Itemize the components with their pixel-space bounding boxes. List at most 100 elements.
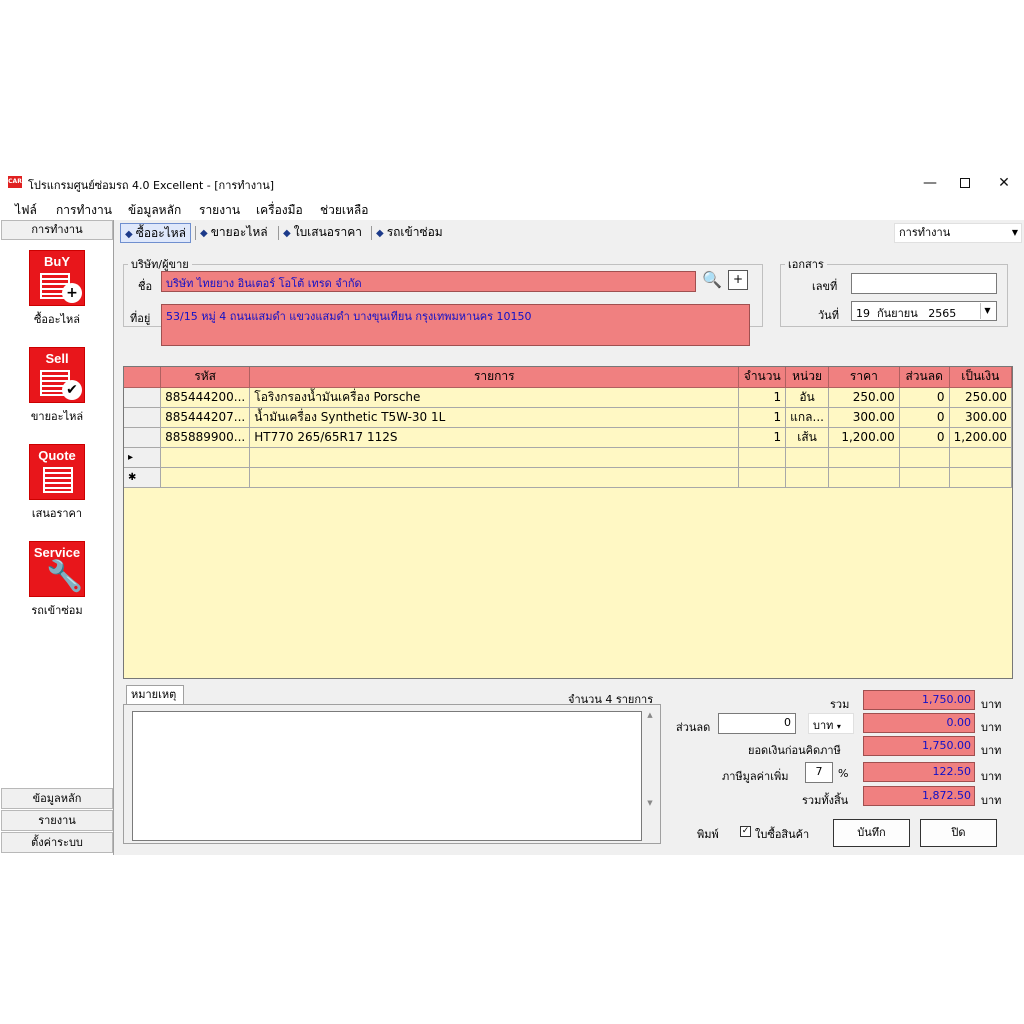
mode-select[interactable]: การทำงาน ▼ <box>894 223 1022 243</box>
cell-empty[interactable] <box>160 467 251 488</box>
discount-input[interactable]: 0 <box>718 713 796 734</box>
row-selector[interactable] <box>124 427 162 448</box>
grand-total-label: รวมทั้งสิ้น <box>802 794 849 807</box>
sidebar-item-quote[interactable]: Quote เสนอราคา <box>14 444 100 522</box>
table-row[interactable]: 885444207... น้ำมันเครื่อง Synthetic T5W… <box>124 407 1012 428</box>
cell-discount[interactable]: 0 <box>899 387 950 408</box>
tab-quotation[interactable]: ◆ ใบเสนอราคา <box>279 223 366 243</box>
notes-scrollbar[interactable]: ▲ ▼ <box>644 711 656 841</box>
diamond-icon: ◆ <box>200 228 208 239</box>
cell-empty[interactable] <box>249 467 740 488</box>
save-button[interactable]: บันทึก <box>833 819 910 847</box>
menu-tools[interactable]: เครื่องมือ <box>256 201 303 220</box>
cell-amount[interactable]: 250.00 <box>949 387 1012 408</box>
cell-code[interactable]: 885444200... <box>160 387 251 408</box>
cell-amount[interactable]: 1,200.00 <box>949 427 1012 448</box>
minimize-button[interactable]: — <box>910 168 950 198</box>
chevron-down-icon[interactable]: ▼ <box>980 303 994 319</box>
close-button[interactable]: ปิด <box>920 819 997 847</box>
column-header-unit[interactable]: หน่วย <box>785 367 829 388</box>
close-window-button[interactable]: ✕ <box>984 168 1024 198</box>
cell-item[interactable]: โอริงกรองน้ำมันเครื่อง Porsche <box>249 387 740 408</box>
cell-unit[interactable]: แกล... <box>785 407 829 428</box>
cell-discount[interactable]: 0 <box>899 407 950 428</box>
sidebar-item-sell[interactable]: Sell ✔ ขายอะไหล่ <box>14 347 100 425</box>
row-selector[interactable] <box>124 387 162 408</box>
menu-file[interactable]: ไฟล์ <box>15 201 37 220</box>
cell-price[interactable]: 1,200.00 <box>828 427 900 448</box>
search-icon[interactable]: 🔍 <box>702 270 722 289</box>
sidebar-item-label: รถเข้าซ่อม <box>31 604 83 617</box>
cell-empty[interactable] <box>738 467 787 488</box>
current-row-marker-icon[interactable]: ▸ <box>124 447 162 468</box>
row-selector[interactable] <box>124 407 162 428</box>
vat-rate-input[interactable]: 7 <box>805 762 833 783</box>
cell-empty[interactable] <box>828 447 900 468</box>
column-header-price[interactable]: ราคา <box>828 367 900 388</box>
cell-empty[interactable] <box>949 467 1012 488</box>
cell-discount[interactable]: 0 <box>899 427 950 448</box>
cell-empty[interactable] <box>828 467 900 488</box>
table-row[interactable]: 885444200... โอริงกรองน้ำมันเครื่อง Pors… <box>124 387 1012 408</box>
discount-value: 0.00 <box>863 713 975 733</box>
sidebar-master-data[interactable]: ข้อมูลหลัก <box>1 788 113 809</box>
sidebar-reports[interactable]: รายงาน <box>1 810 113 831</box>
menu-help[interactable]: ช่วยเหลือ <box>320 201 369 220</box>
vat-percent-sign: % <box>838 767 849 780</box>
table-row[interactable]: 885889900... HT770 265/65R17 112S 1 เส้น… <box>124 427 1012 448</box>
table-row-current[interactable]: ▸ <box>124 447 1012 468</box>
cell-item[interactable]: HT770 265/65R17 112S <box>249 427 740 448</box>
cell-empty[interactable] <box>785 467 829 488</box>
sidebar-settings[interactable]: ตั้งค่าระบบ <box>1 832 113 853</box>
cell-code[interactable]: 885889900... <box>160 427 251 448</box>
cell-price[interactable]: 250.00 <box>828 387 900 408</box>
service-icon: Service 🔧 <box>29 541 85 597</box>
menu-operations[interactable]: การทำงาน <box>56 201 112 220</box>
cell-item[interactable]: น้ำมันเครื่อง Synthetic T5W-30 1L <box>249 407 740 428</box>
tab-buy-parts[interactable]: ◆ ซื้ออะไหล่ <box>120 223 192 243</box>
column-header-qty[interactable]: จำนวน <box>738 367 787 388</box>
supplier-name-field[interactable]: บริษัท ไทยยาง อินเตอร์ โอโต้ เทรด จำกัด <box>161 271 696 292</box>
sidebar-item-buy[interactable]: BuY + ซื้ออะไหล่ <box>14 250 100 328</box>
tab-sell-parts[interactable]: ◆ ขายอะไหล่ <box>196 223 272 243</box>
tab-car-service[interactable]: ◆ รถเข้าซ่อม <box>372 223 447 243</box>
add-supplier-button[interactable]: + <box>728 270 748 290</box>
sidebar-item-label: ซื้ออะไหล่ <box>33 313 81 326</box>
cell-empty[interactable] <box>899 467 950 488</box>
notes-textarea[interactable] <box>132 711 642 841</box>
document-legend: เอกสาร <box>788 258 824 271</box>
supplier-address-field[interactable]: 53/15 หมู่ 4 ถนนแสมดำ แขวงแสมดำ บางขุนเท… <box>161 304 750 346</box>
cell-qty[interactable]: 1 <box>738 407 787 428</box>
document-date-picker[interactable]: 19 กันยายน 2565 ▼ <box>851 301 997 321</box>
cell-qty[interactable]: 1 <box>738 427 787 448</box>
discount-unit-select[interactable]: บาท ▾ <box>808 713 854 734</box>
cell-unit[interactable]: เส้น <box>785 427 829 448</box>
cell-empty[interactable] <box>160 447 251 468</box>
cell-price[interactable]: 300.00 <box>828 407 900 428</box>
cell-empty[interactable] <box>785 447 829 468</box>
table-row-new[interactable]: ✱ <box>124 467 1012 488</box>
cell-qty[interactable]: 1 <box>738 387 787 408</box>
column-header-discount[interactable]: ส่วนลด <box>899 367 950 388</box>
cell-empty[interactable] <box>249 447 740 468</box>
cell-empty[interactable] <box>899 447 950 468</box>
cell-empty[interactable] <box>738 447 787 468</box>
document-number-field[interactable] <box>851 273 997 294</box>
cell-code[interactable]: 885444207... <box>160 407 251 428</box>
sidebar-header[interactable]: การทำงาน <box>1 220 113 240</box>
cell-empty[interactable] <box>949 447 1012 468</box>
menu-reports[interactable]: รายงาน <box>199 201 240 220</box>
cell-unit[interactable]: อัน <box>785 387 829 408</box>
column-header-amount[interactable]: เป็นเงิน <box>949 367 1012 388</box>
menu-master-data[interactable]: ข้อมูลหลัก <box>128 201 181 220</box>
maximize-button[interactable] <box>945 168 985 198</box>
cell-amount[interactable]: 300.00 <box>949 407 1012 428</box>
new-row-marker-icon[interactable]: ✱ <box>124 467 162 488</box>
sum-currency: บาท <box>981 698 1002 711</box>
column-header-item[interactable]: รายการ <box>249 367 740 388</box>
print-receipt-checkbox[interactable]: ✓ <box>740 826 751 837</box>
sidebar-item-service[interactable]: Service 🔧 รถเข้าซ่อม <box>14 541 100 619</box>
notes-tab[interactable]: หมายเหตุ <box>126 685 184 705</box>
buy-icon: BuY + <box>29 250 85 306</box>
column-header-code[interactable]: รหัส <box>160 367 251 388</box>
